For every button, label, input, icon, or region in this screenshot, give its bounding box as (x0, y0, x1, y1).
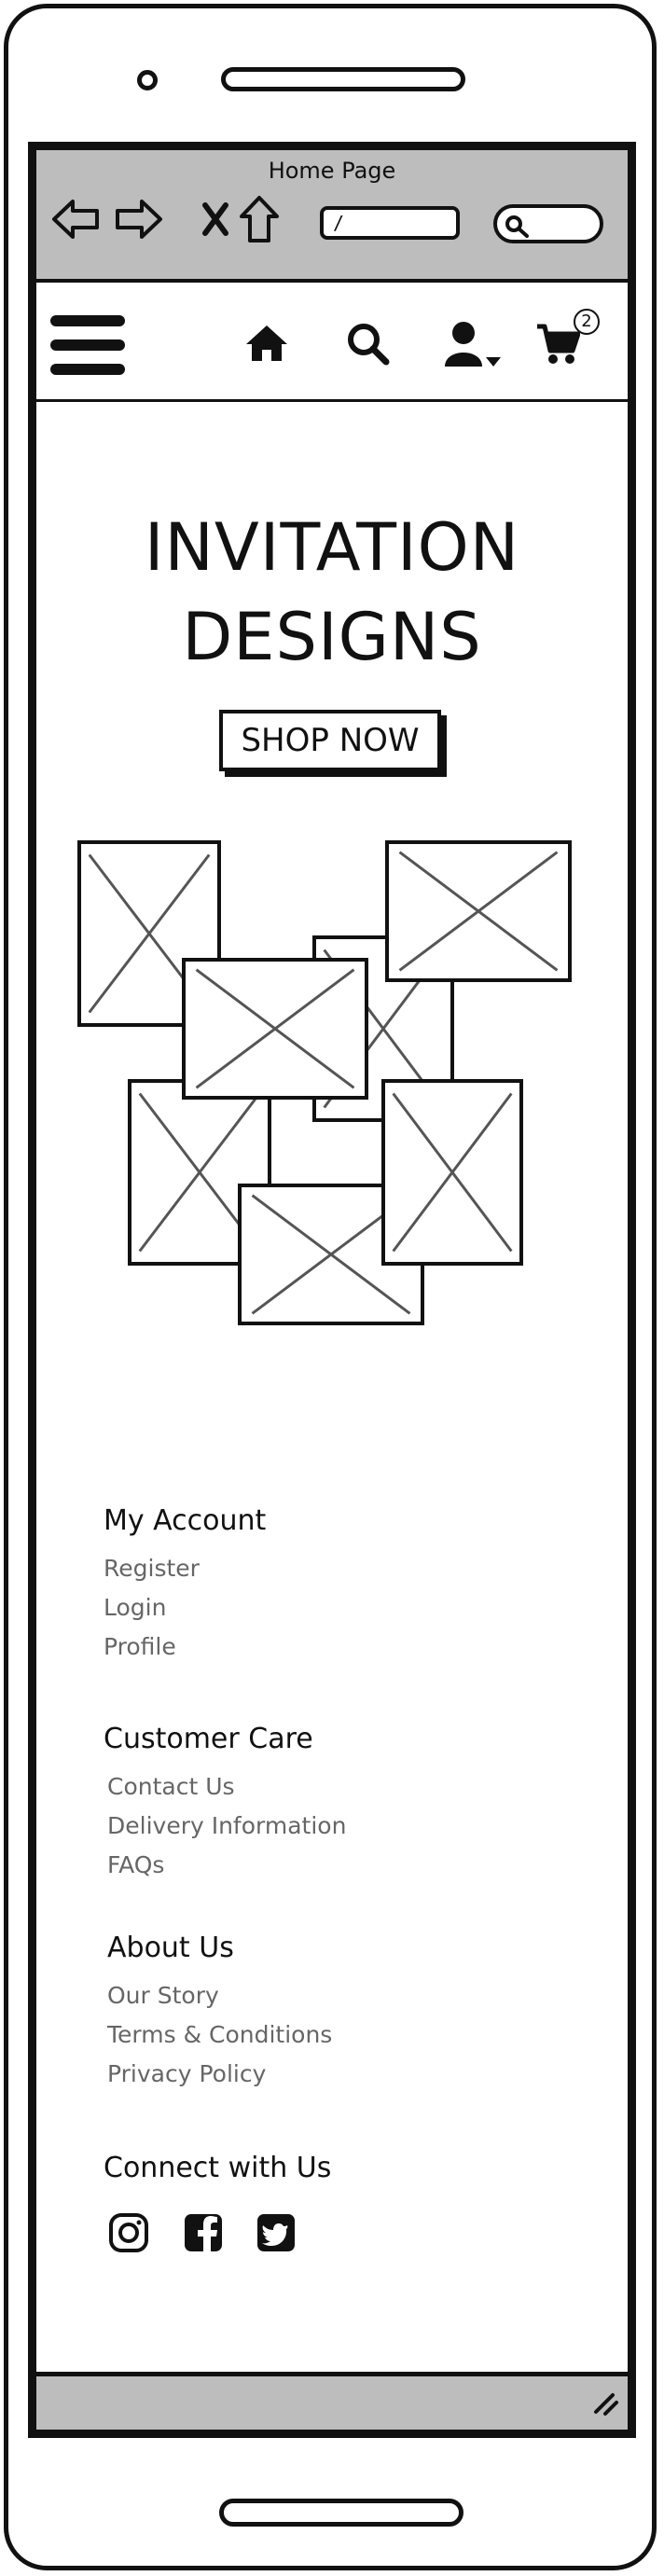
footer-heading-customer-care: Customer Care (104, 1723, 313, 1755)
address-bar[interactable]: / (320, 206, 460, 240)
footer-heading-my-account: My Account (104, 1504, 267, 1537)
image-collage (36, 840, 628, 1344)
instagram-icon[interactable] (107, 2211, 150, 2254)
twitter-icon[interactable] (255, 2211, 297, 2254)
footer-link-faqs[interactable]: FAQs (107, 1851, 164, 1878)
footer-link-delivery-information[interactable]: Delivery Information (107, 1812, 346, 1839)
shopping-cart-icon[interactable] (534, 322, 581, 367)
footer-link-our-story[interactable]: Our Story (107, 1982, 219, 2009)
resize-grip-icon[interactable] (592, 2389, 620, 2417)
search-icon (505, 215, 529, 238)
hero-title-line-2: DESIGNS (182, 599, 482, 675)
user-account-icon[interactable] (443, 320, 505, 370)
cart-count-badge: 2 (574, 309, 600, 335)
footer-link-profile[interactable]: Profile (104, 1633, 176, 1660)
image-placeholder (385, 840, 572, 982)
footer-link-login[interactable]: Login (104, 1594, 166, 1621)
browser-page-title: Home Page (268, 158, 396, 184)
footer-heading-about-us: About Us (107, 1932, 234, 1964)
footer-link-register[interactable]: Register (104, 1555, 200, 1582)
footer-link-contact-us[interactable]: Contact Us (107, 1773, 235, 1800)
hero-title-line-1: INVITATION (144, 509, 520, 586)
hero-title: INVITATION DESIGNS (36, 503, 628, 682)
image-placeholder (381, 1079, 523, 1266)
phone-screen: Home Page / 2 INVITATION DESIGNS SHOP NO… (28, 142, 636, 2438)
site-navbar (36, 283, 628, 402)
browser-toolbar: Home Page / (36, 150, 628, 283)
home-icon[interactable] (243, 322, 290, 365)
footer-heading-connect: Connect with Us (104, 2152, 332, 2184)
hamburger-menu-icon[interactable] (48, 311, 128, 380)
facebook-icon[interactable] (182, 2211, 225, 2254)
back-arrow-icon[interactable] (49, 193, 102, 245)
camera (137, 70, 158, 90)
home-icon[interactable] (236, 193, 283, 245)
forward-arrow-icon[interactable] (113, 193, 165, 245)
image-placeholder (182, 958, 368, 1100)
browser-search-field[interactable] (493, 204, 603, 243)
shop-now-button[interactable]: SHOP NOW (219, 710, 441, 771)
footer-link-privacy-policy[interactable]: Privacy Policy (107, 2060, 266, 2087)
browser-status-bar (36, 2372, 628, 2430)
search-icon[interactable] (344, 320, 391, 367)
close-icon[interactable] (201, 193, 230, 245)
footer-link-terms-conditions[interactable]: Terms & Conditions (107, 2021, 332, 2048)
speaker-grille (221, 67, 465, 91)
phone-home-button[interactable] (219, 2499, 463, 2527)
